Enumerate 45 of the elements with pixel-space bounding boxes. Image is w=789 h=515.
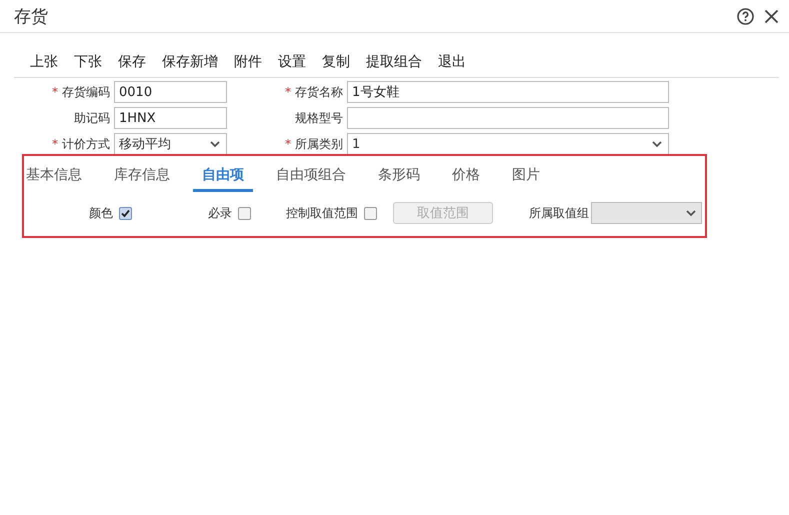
select-field[interactable]: 1 <box>347 133 669 155</box>
toolbar-button[interactable]: 保存新增 <box>154 53 226 71</box>
input-field[interactable]: 1号女鞋 <box>347 81 669 103</box>
tab[interactable]: 条形码 <box>369 166 429 192</box>
toolbar-button[interactable]: 设置 <box>270 53 314 71</box>
window-title: 存货 <box>14 6 49 28</box>
chevron-down-icon <box>686 210 696 216</box>
checkbox[interactable] <box>119 206 132 220</box>
field-label: 所属类别 <box>295 136 343 152</box>
checkbox[interactable] <box>238 206 251 220</box>
field-label: 规格型号 <box>295 110 343 126</box>
required-mark: * <box>285 136 291 150</box>
field-label: 计价方式 <box>62 136 110 152</box>
select-label: 所属取值组 <box>529 204 589 222</box>
input-field[interactable]: 0010 <box>114 81 227 103</box>
toolbar-button[interactable]: 提取组合 <box>358 53 430 71</box>
input-field[interactable] <box>347 107 669 129</box>
toolbar-button[interactable]: 复制 <box>314 53 358 71</box>
tab[interactable]: 库存信息 <box>105 166 179 192</box>
help-icon[interactable] <box>737 8 754 24</box>
checkbox-label: 必录 <box>208 204 232 222</box>
select-field[interactable]: 移动平均 <box>114 133 227 155</box>
close-icon[interactable] <box>764 8 779 24</box>
toolbar-button[interactable]: 下张 <box>66 53 110 71</box>
checkbox-label: 控制取值范围 <box>286 204 358 222</box>
checkbox[interactable] <box>364 206 377 220</box>
chevron-down-icon <box>652 140 662 148</box>
input-field[interactable]: 1HNX <box>114 107 227 129</box>
required-mark: * <box>52 84 58 98</box>
toolbar-button[interactable]: 退出 <box>430 53 474 71</box>
tab[interactable]: 自由项组合 <box>267 166 355 192</box>
field-label: 存货编码 <box>62 84 110 100</box>
tab[interactable]: 价格 <box>443 166 489 192</box>
toolbar-button[interactable]: 附件 <box>226 53 270 71</box>
tab[interactable]: 基本信息 <box>17 166 91 192</box>
tab[interactable]: 自由项 <box>193 166 253 192</box>
toolbar-button[interactable]: 上张 <box>14 53 66 71</box>
field-label: 存货名称 <box>295 84 343 100</box>
required-mark: * <box>52 136 58 150</box>
toolbar-button[interactable]: 保存 <box>110 53 154 71</box>
tab[interactable]: 图片 <box>503 166 549 192</box>
field-label: 助记码 <box>74 110 110 126</box>
required-mark: * <box>285 84 291 98</box>
chevron-down-icon <box>210 140 220 148</box>
checkbox-label: 颜色 <box>89 204 113 222</box>
